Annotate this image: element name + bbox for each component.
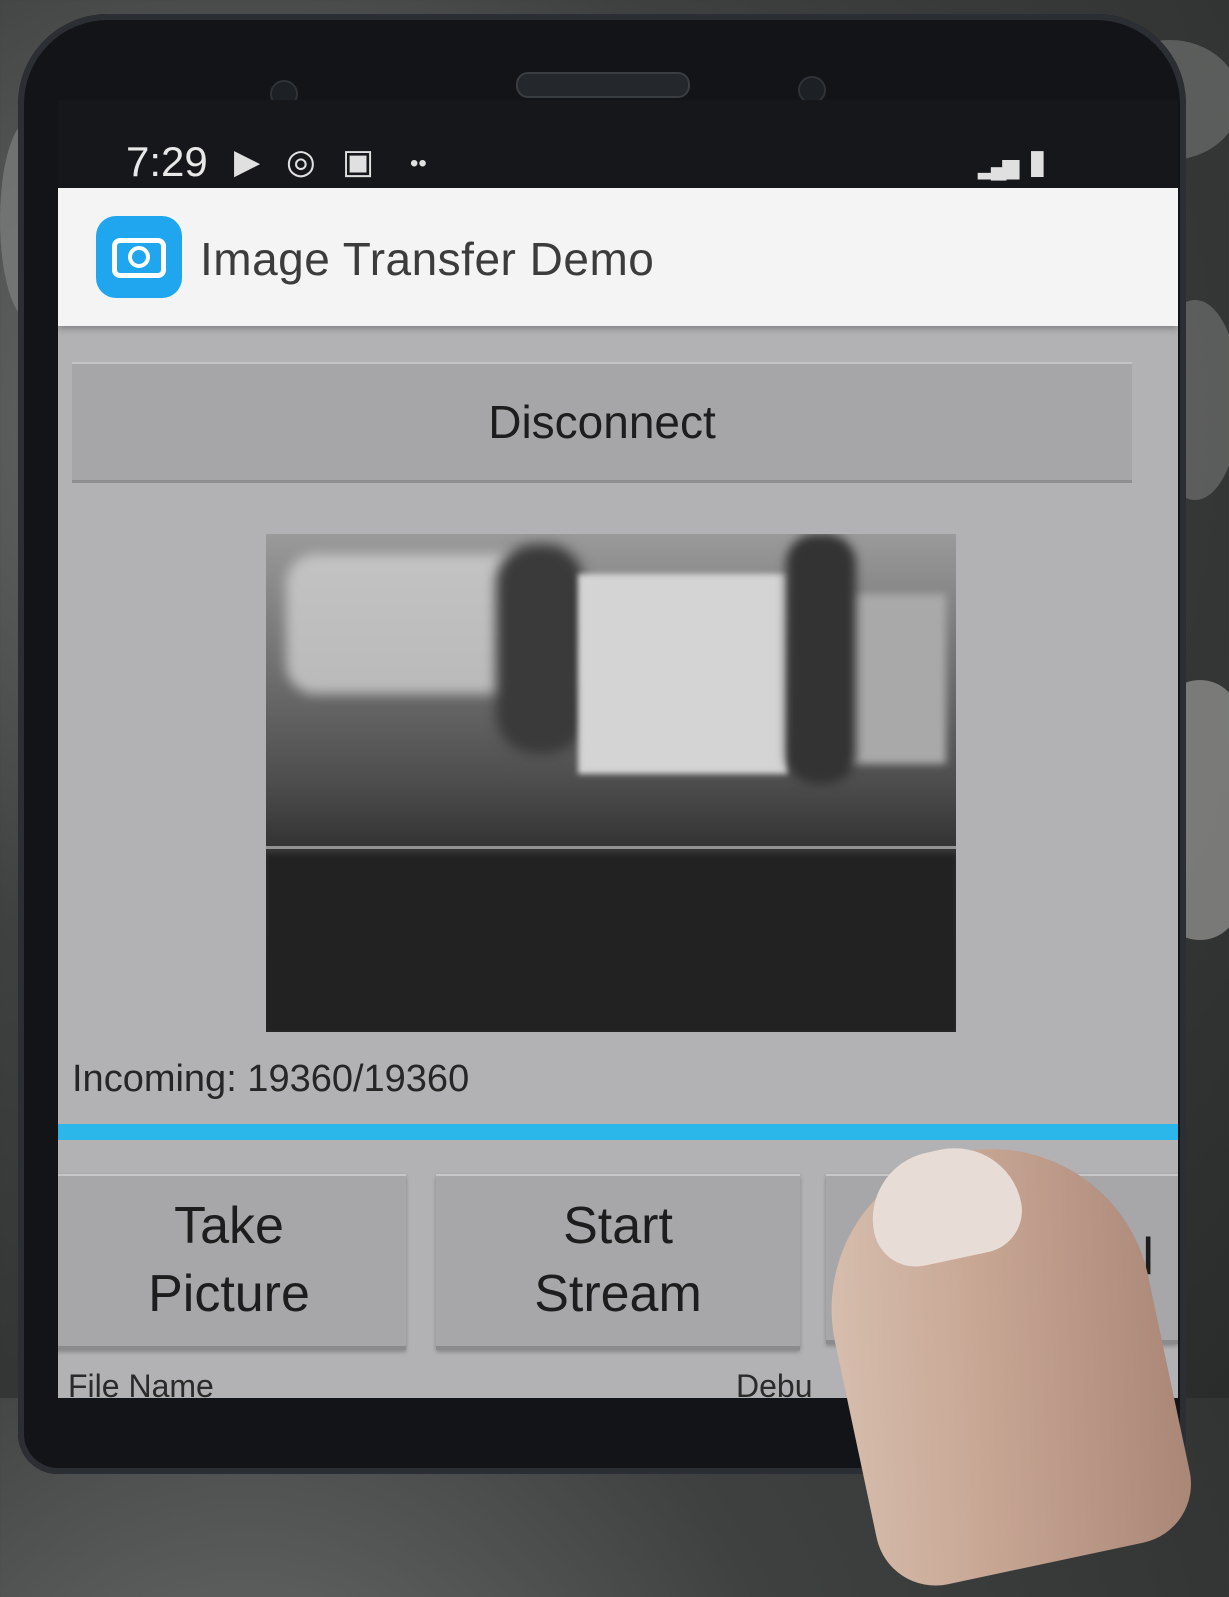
start-stream-label-line2: Stream — [534, 1265, 702, 1323]
file-name-label: File Name — [68, 1368, 214, 1398]
sync-icon: ◎ — [286, 143, 316, 181]
more-dots-icon: •• — [410, 150, 427, 177]
transfer-progress-fill — [58, 1124, 1178, 1140]
camera-preview-image — [266, 534, 956, 1032]
take-picture-label-line2: Picture — [148, 1265, 310, 1323]
take-picture-label-line1: Take — [174, 1197, 284, 1256]
incoming-status: Incoming: 19360/19360 — [72, 1058, 470, 1100]
status-time: 7:29 — [126, 138, 208, 185]
start-stream-button[interactable]: Start Stream — [436, 1174, 800, 1350]
signal-icon: ▂▄▆ — [978, 154, 1019, 179]
app-bar: Image Transfer Demo — [58, 188, 1178, 326]
battery-icon: ▮ — [1028, 143, 1047, 181]
gallery-icon: ▣ — [342, 143, 375, 181]
debug-label: Debu — [736, 1368, 813, 1398]
status-bar: 7:29 ▶ ◎ ▣ •• ▂▄▆ ▮ — [58, 100, 1178, 188]
disconnect-button[interactable]: Disconnect — [72, 362, 1132, 483]
start-stream-label-line1: Start — [563, 1197, 673, 1256]
play-store-icon: ▶ — [234, 143, 261, 181]
take-picture-button[interactable]: Take Picture — [58, 1174, 406, 1350]
app-title: Image Transfer Demo — [200, 233, 655, 285]
earpiece-speaker — [516, 72, 690, 98]
camera-icon — [96, 216, 182, 298]
transfer-progress-bar — [58, 1124, 1178, 1140]
